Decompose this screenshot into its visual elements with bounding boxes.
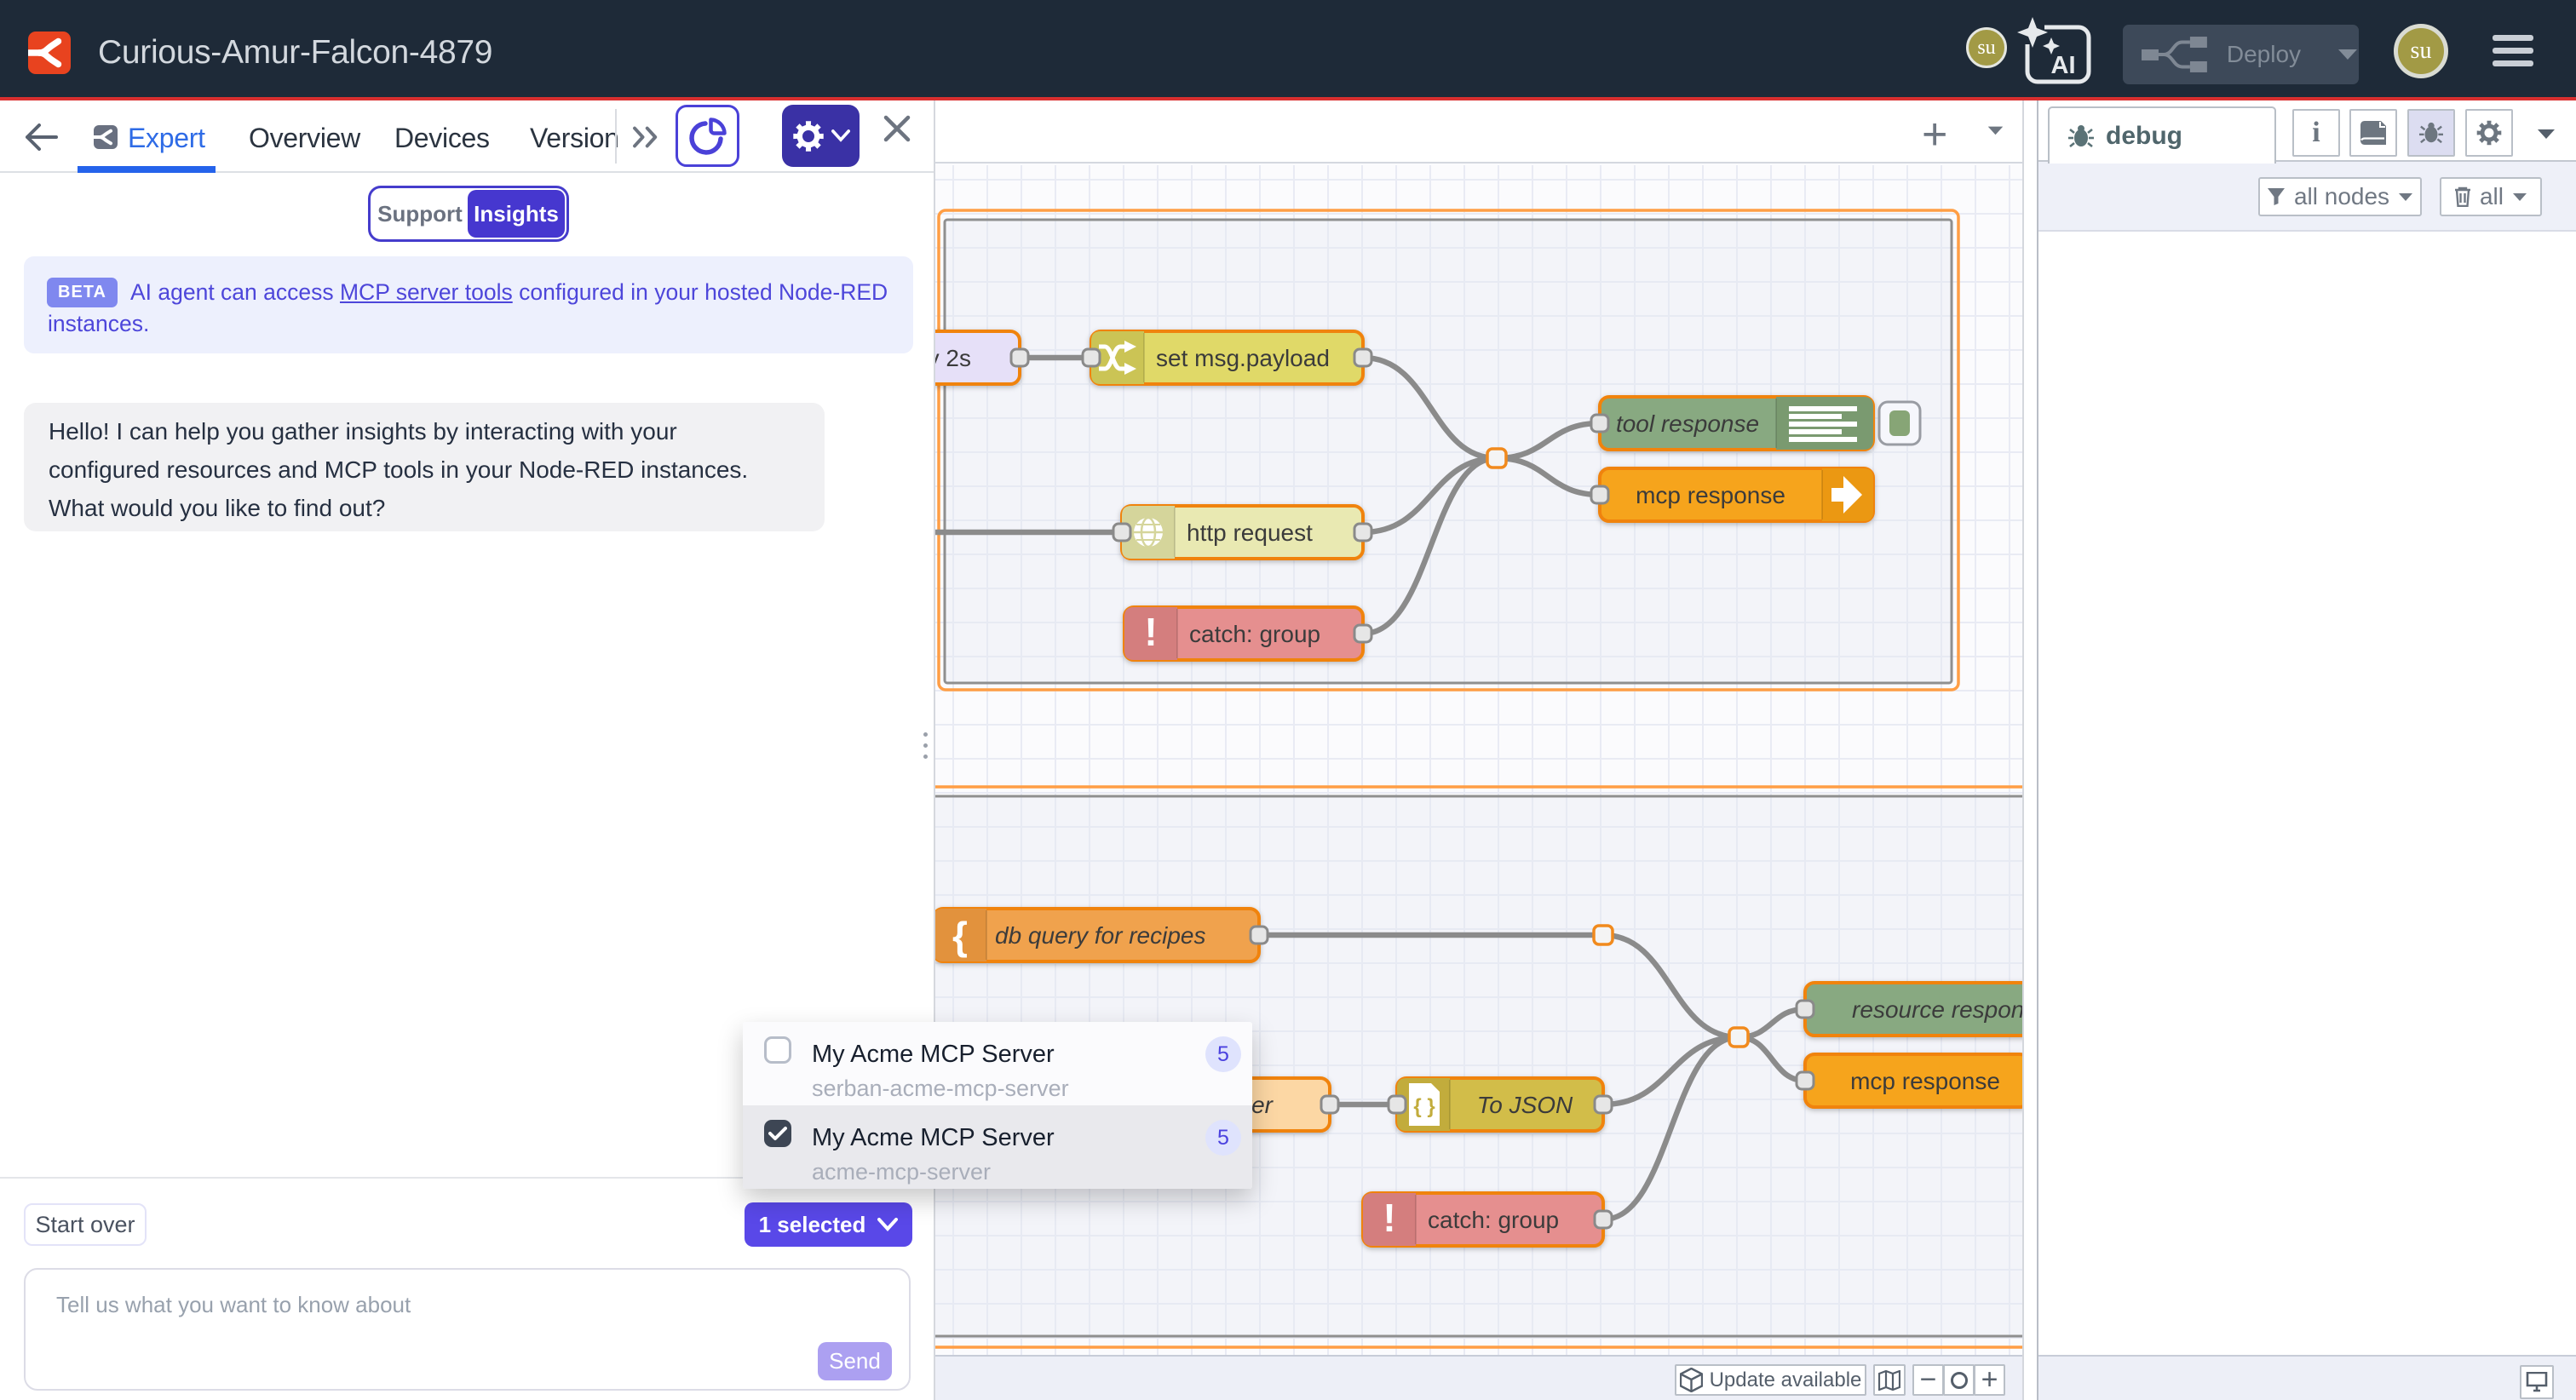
svg-text:mcp response: mcp response	[1850, 1068, 2000, 1094]
svg-text:!: !	[1144, 610, 1157, 654]
svg-text:To JSON: To JSON	[1477, 1092, 1573, 1118]
svg-text:tool response: tool response	[1616, 410, 1759, 437]
svg-text:catch: group: catch: group	[1189, 621, 1320, 647]
svg-text:!: !	[1383, 1196, 1395, 1240]
svg-text:db query for recipes: db query for recipes	[995, 922, 1205, 949]
svg-text:catch: group: catch: group	[1428, 1207, 1559, 1233]
svg-text:{: {	[952, 914, 968, 958]
svg-text:AI: AI	[2051, 52, 2076, 79]
svg-text:{ }: { }	[1413, 1095, 1435, 1118]
svg-text:http request: http request	[1187, 519, 1313, 546]
svg-text:resource response: resource response	[1852, 996, 2022, 1023]
svg-text:mcp response: mcp response	[1636, 482, 1785, 508]
svg-text:set msg.payload: set msg.payload	[1156, 345, 1330, 371]
